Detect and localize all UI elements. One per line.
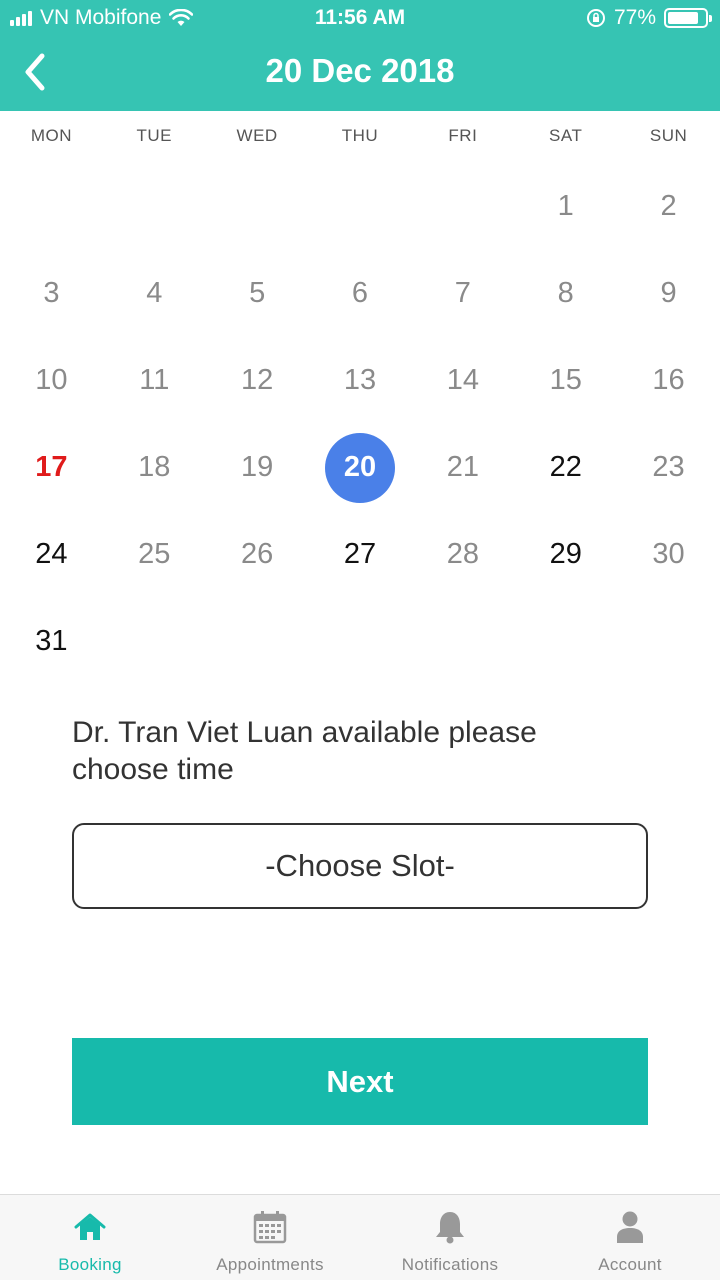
calendar-day[interactable]: 18 [103, 424, 206, 511]
weekday-label: TUE [136, 126, 173, 145]
calendar-day[interactable]: 8 [514, 250, 617, 337]
weekday-label: WED [236, 126, 278, 145]
user-icon [617, 1211, 643, 1243]
calendar-day[interactable]: 25 [103, 511, 206, 598]
calendar-day[interactable]: 11 [103, 337, 206, 424]
weekday-label: SAT [549, 126, 583, 145]
tab-notifications[interactable]: Notifications [360, 1195, 540, 1280]
calendar-day[interactable]: 5 [206, 250, 309, 337]
status-bar: VN Mobifone 11:56 AM 77% [0, 0, 720, 36]
calendar-day-available[interactable]: 27 [309, 511, 412, 598]
calendar-day[interactable]: 12 [206, 337, 309, 424]
calendar-day-available[interactable]: 29 [514, 511, 617, 598]
tab-label: Appointments [216, 1255, 324, 1274]
weekday-label: SUN [649, 126, 688, 145]
calendar-icon [253, 1211, 287, 1244]
weekday-header: MON TUE WED THU FRI SAT SUN [0, 126, 720, 146]
calendar-day[interactable]: 9 [617, 250, 720, 337]
availability-message: Dr. Tran Viet Luan available please choo… [72, 716, 537, 786]
calendar-day[interactable]: 4 [103, 250, 206, 337]
battery-percent: 77% [613, 6, 656, 29]
calendar-day-available[interactable]: 31 [0, 598, 103, 685]
calendar-grid: 1 2 3 4 5 6 7 8 9 10 11 12 13 14 15 16 1… [0, 163, 720, 685]
tab-account[interactable]: Account [540, 1195, 720, 1280]
calendar-day[interactable]: 16 [617, 337, 720, 424]
calendar-day[interactable]: 14 [411, 337, 514, 424]
weekday-label: FRI [448, 126, 478, 145]
bell-icon [436, 1212, 464, 1244]
calendar-day-selected[interactable]: 20 [309, 424, 412, 511]
calendar-day[interactable]: 19 [206, 424, 309, 511]
tab-label: Notifications [401, 1255, 499, 1274]
battery-icon [664, 8, 712, 28]
weekday-label: THU [341, 126, 379, 145]
tab-booking[interactable]: Booking [0, 1195, 180, 1280]
calendar-day[interactable]: 15 [514, 337, 617, 424]
tab-label: Account [598, 1255, 662, 1274]
choose-slot-dropdown[interactable]: -Choose Slot- [72, 823, 648, 909]
app-header: VN Mobifone 11:56 AM 77% 20 Dec 2018 [0, 0, 720, 111]
calendar-day[interactable]: 1 [514, 163, 617, 250]
tab-appointments[interactable]: Appointments [180, 1195, 360, 1280]
calendar-day[interactable]: 3 [0, 250, 103, 337]
next-button[interactable]: Next [72, 1038, 648, 1125]
calendar-day[interactable]: 30 [617, 511, 720, 598]
calendar-day-today[interactable]: 17 [0, 424, 103, 511]
calendar-day[interactable]: 28 [411, 511, 514, 598]
tab-label: Booking [58, 1255, 122, 1274]
page-title: 20 Dec 2018 [265, 52, 455, 89]
calendar-day[interactable]: 23 [617, 424, 720, 511]
weekday-label: MON [30, 126, 72, 145]
calendar-day-available[interactable]: 22 [514, 424, 617, 511]
calendar-day[interactable]: 21 [411, 424, 514, 511]
calendar-day-available[interactable]: 24 [0, 511, 103, 598]
calendar-day[interactable]: 10 [0, 337, 103, 424]
bottom-tab-bar: Booking Appointments Notifications Accou… [0, 1194, 720, 1280]
calendar-day[interactable]: 7 [411, 250, 514, 337]
home-icon [74, 1213, 106, 1240]
calendar-day[interactable]: 13 [309, 337, 412, 424]
orientation-lock-icon [586, 9, 605, 27]
calendar-day[interactable]: 2 [617, 163, 720, 250]
calendar-day[interactable]: 26 [206, 511, 309, 598]
calendar-day[interactable]: 6 [309, 250, 412, 337]
